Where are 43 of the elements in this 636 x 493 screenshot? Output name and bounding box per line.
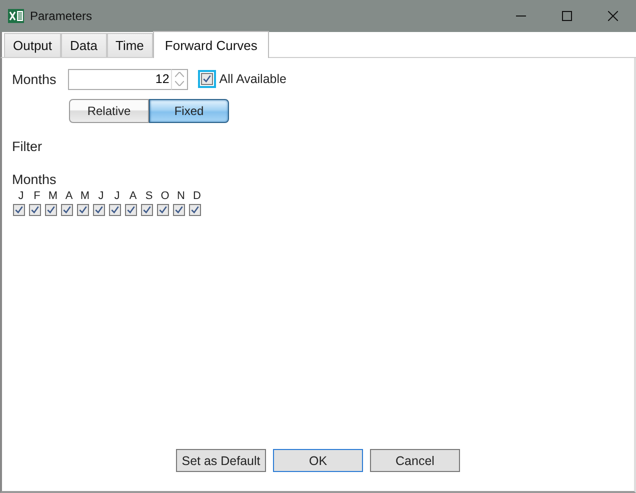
month-checkbox[interactable]: [45, 204, 57, 216]
month-checkbox[interactable]: [141, 204, 153, 216]
dialog-button[interactable]: Set as Default: [176, 449, 266, 472]
month-label: J: [17, 190, 25, 204]
tab[interactable]: Time: [106, 33, 153, 57]
toggle-button[interactable]: Fixed: [149, 99, 229, 123]
month-checkbox[interactable]: [29, 204, 41, 216]
checkbox-label: All Available: [219, 72, 286, 86]
maximize-icon[interactable]: [562, 11, 572, 21]
toggle-button[interactable]: Relative: [69, 99, 149, 123]
month-label: N: [176, 190, 186, 204]
month-label: M: [47, 190, 59, 204]
month-label: M: [79, 190, 91, 204]
month-checkbox[interactable]: [109, 204, 121, 216]
window-title: Parameters: [30, 9, 92, 23]
spreadsheet-icon: [8, 8, 24, 24]
month-checkbox[interactable]: [189, 204, 201, 216]
month-label: F: [32, 190, 42, 204]
month-checkbox[interactable]: [173, 204, 185, 216]
field-label: Months: [12, 72, 56, 86]
tab[interactable]: Data: [61, 33, 106, 57]
section-label: Months: [12, 172, 58, 187]
section-heading: Filter: [12, 139, 43, 154]
month-checkbox[interactable]: [125, 204, 137, 216]
months-field[interactable]: 12: [68, 68, 172, 90]
month-checkbox[interactable]: [61, 204, 73, 216]
checkbox[interactable]: [201, 73, 214, 85]
month-checkbox[interactable]: [157, 204, 169, 216]
month-label: J: [97, 190, 105, 204]
month-checkbox[interactable]: [13, 204, 25, 216]
month-label: S: [144, 190, 154, 204]
dialog-button[interactable]: Cancel: [370, 449, 460, 472]
month-checkbox[interactable]: [93, 204, 105, 216]
month-label: J: [113, 190, 121, 204]
month-checkbox[interactable]: [77, 204, 89, 216]
tab[interactable]: Output: [4, 33, 62, 57]
close-icon[interactable]: [608, 11, 618, 21]
month-label: D: [192, 190, 202, 204]
dialog-button[interactable]: OK: [273, 449, 363, 472]
month-label: A: [64, 190, 74, 204]
month-label: O: [160, 190, 170, 204]
month-label: A: [128, 190, 138, 204]
tab[interactable]: Forward Curves: [152, 31, 270, 58]
